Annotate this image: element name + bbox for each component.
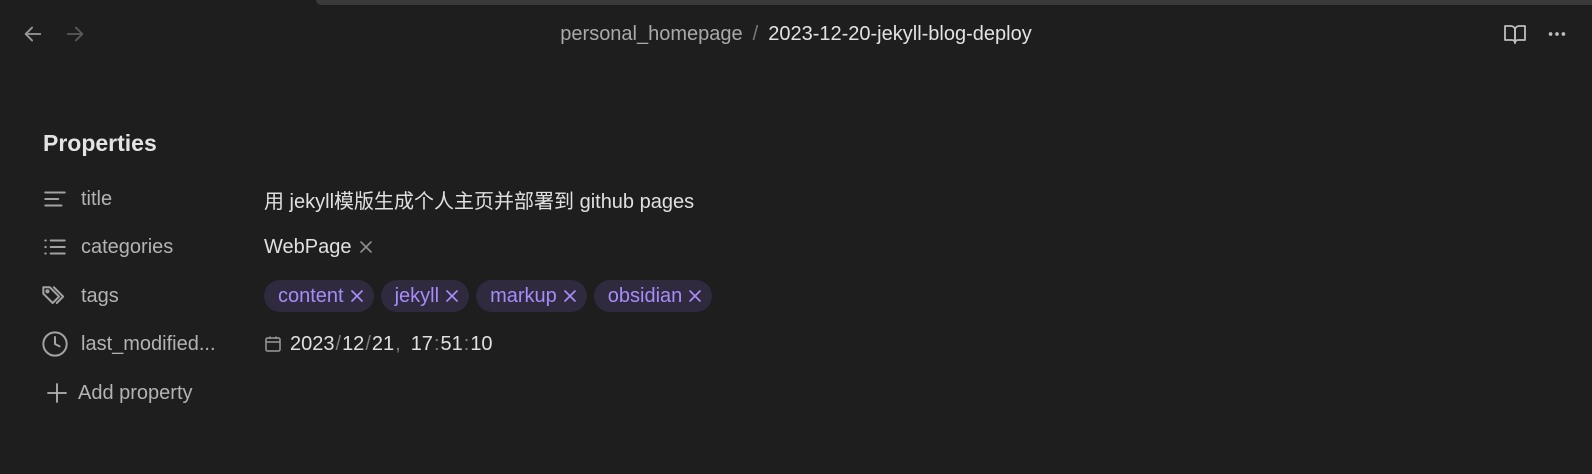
tag-pill[interactable]: markup <box>476 280 587 312</box>
add-property-label: Add property <box>78 381 193 404</box>
datetime-time-separator: : <box>463 332 470 355</box>
datetime-minute: 51 <box>440 332 463 355</box>
remove-category-button[interactable] <box>357 238 375 256</box>
breadcrumb-separator: / <box>752 22 759 45</box>
x-icon <box>446 290 458 302</box>
datetime-date-separator: / <box>365 332 371 355</box>
property-key-label: title <box>81 187 113 210</box>
category-pill[interactable]: WebPage <box>264 236 375 259</box>
property-key-categories[interactable]: categories <box>40 226 264 268</box>
add-property-button[interactable]: Add property <box>46 376 193 410</box>
tag-pill-label: jekyll <box>394 284 440 307</box>
forward-button[interactable] <box>61 20 89 48</box>
property-key-label: last_modified... <box>81 332 216 355</box>
datetime-hour: 17 <box>410 332 433 355</box>
datetime-second: 10 <box>470 332 493 355</box>
more-options-button[interactable] <box>1542 20 1572 48</box>
datetime-time-separator: : <box>433 332 440 355</box>
plus-icon <box>46 382 68 404</box>
property-row-title: title 用 jekyll模版生成个人主页并部署到 github pages <box>40 178 1040 220</box>
arrow-left-icon <box>24 26 42 42</box>
reading-view-button[interactable] <box>1500 20 1530 48</box>
property-row-categories: categories WebPage <box>40 226 1040 268</box>
property-value-tags: content jekyll markup obsidian <box>264 275 719 317</box>
breadcrumb-parent-folder[interactable]: personal_homepage <box>560 23 742 46</box>
property-value-last-modified: 2023 / 12 / 21 , 17 : 51 : 10 <box>264 323 493 365</box>
properties-heading[interactable]: Properties <box>43 130 157 157</box>
calendar-icon[interactable] <box>264 335 282 353</box>
back-button[interactable] <box>19 20 47 48</box>
tag-pill-label: obsidian <box>607 284 683 307</box>
property-key-title[interactable]: title <box>40 178 264 220</box>
datetime-month: 12 <box>342 332 365 355</box>
note-view: personal_homepage / 2023-12-20-jekyll-bl… <box>0 0 1592 474</box>
property-value-title[interactable]: 用 jekyll模版生成个人主页并部署到 github pages <box>264 178 694 220</box>
x-icon <box>350 290 363 302</box>
breadcrumb: personal_homepage / 2023-12-20-jekyll-bl… <box>0 10 1592 58</box>
breadcrumb-current-note[interactable]: 2023-12-20-jekyll-blog-deploy <box>768 23 1032 46</box>
x-icon <box>563 290 576 302</box>
property-key-label: tags <box>81 284 119 307</box>
datetime-day: 21 <box>371 332 395 355</box>
datetime-separator: , <box>395 332 401 355</box>
tag-pill-label: markup <box>490 284 557 307</box>
datetime-date-separator: / <box>335 332 342 355</box>
property-key-last-modified[interactable]: last_modified... <box>40 323 264 365</box>
property-row-last-modified: last_modified... 2023 / 12 / 21 , 17: 5… <box>40 323 1040 365</box>
tags-icon <box>40 281 70 311</box>
remove-tag-button[interactable] <box>443 287 461 305</box>
arrow-right-icon <box>66 26 84 42</box>
view-header: personal_homepage / 2023-12-20-jekyll-bl… <box>0 10 1592 58</box>
property-value-categories: WebPage <box>264 226 375 268</box>
tag-pill[interactable]: jekyll <box>380 280 470 312</box>
clock-icon <box>40 329 70 359</box>
property-row-tags: tags content jekyll markup obsidian <box>40 275 1040 317</box>
x-icon <box>360 241 373 253</box>
property-key-tags[interactable]: tags <box>40 275 264 317</box>
datetime-year: 2023 <box>290 332 335 355</box>
datetime-input[interactable]: 2023 / 12 / 21 , 17 : 51 : 10 <box>264 333 493 356</box>
book-open-icon <box>1504 25 1526 44</box>
tab-strip <box>316 0 1592 5</box>
more-horizontal-icon <box>1548 32 1566 36</box>
align-left-icon <box>40 184 70 214</box>
tag-pill[interactable]: content <box>264 280 374 312</box>
view-actions <box>1500 20 1572 48</box>
tag-pill[interactable]: obsidian <box>593 280 713 312</box>
property-key-label: categories <box>81 235 174 258</box>
remove-tag-button[interactable] <box>686 287 704 305</box>
tag-pill-label: content <box>278 284 344 307</box>
remove-tag-button[interactable] <box>561 287 579 305</box>
x-icon <box>689 290 702 302</box>
category-pill-label: WebPage <box>264 235 352 258</box>
list-icon <box>40 232 70 262</box>
remove-tag-button[interactable] <box>348 287 366 305</box>
